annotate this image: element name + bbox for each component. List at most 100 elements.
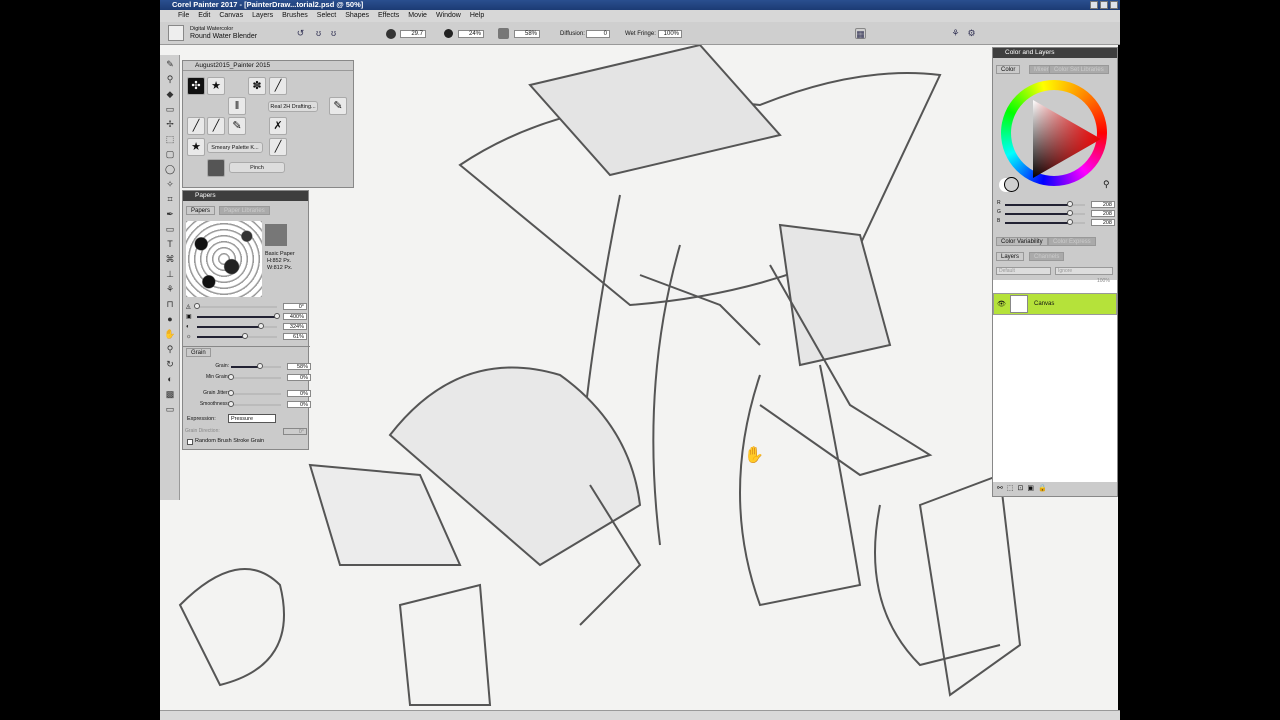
brush-button[interactable]: ★ [187, 138, 205, 156]
straight-line-icon[interactable]: ʊ [328, 28, 339, 39]
brush-variant[interactable]: Round Water Blender [190, 33, 257, 40]
brush-button[interactable]: ✎ [228, 117, 246, 135]
color-swatch-icon[interactable]: ◐ [164, 373, 176, 385]
brush-pinch[interactable]: Pinch [229, 162, 285, 173]
reset-tool-icon[interactable]: ↺ [295, 28, 306, 39]
grabber-icon[interactable]: ✋ [164, 328, 176, 340]
divine-proportion-icon[interactable]: ⌘ [164, 253, 176, 265]
grain-1-slider[interactable] [228, 374, 281, 380]
close-button[interactable] [1110, 1, 1118, 9]
menu-effects[interactable]: Effects [378, 10, 399, 22]
color-r-value[interactable]: 208 [1091, 201, 1115, 208]
color-b-slider[interactable] [1005, 219, 1085, 225]
grain-field[interactable]: 58% [514, 30, 540, 38]
brush-real-2h-drafting[interactable]: Real 2H Drafting... [268, 101, 318, 112]
grain-0-slider[interactable] [231, 363, 281, 369]
color-stamp-icon[interactable]: ⚲ [1103, 179, 1110, 190]
grain-direction-value[interactable]: 0° [283, 428, 307, 435]
brush-button[interactable]: ★ [207, 77, 225, 95]
freehand-stroke-icon[interactable]: ʊ [313, 28, 324, 39]
cloner-icon[interactable]: ⚘ [164, 283, 176, 295]
brush-button[interactable]: ✎ [329, 97, 347, 115]
dodge-icon[interactable]: ● [164, 313, 176, 325]
brush-button[interactable]: ╱ [207, 117, 225, 135]
tab-color-set-libraries[interactable]: Color Set Libraries [1049, 65, 1109, 74]
menu-brushes[interactable]: Brushes [282, 10, 308, 22]
tab-papers[interactable]: Papers [186, 206, 216, 215]
menu-layers[interactable]: Layers [252, 10, 273, 22]
color-g-value[interactable]: 208 [1091, 210, 1115, 217]
menu-edit[interactable]: Edit [198, 10, 210, 22]
size-field[interactable]: 29.7 [400, 30, 426, 38]
brush-category[interactable]: Digital Watercolor [190, 26, 233, 32]
horizontal-scrollbar[interactable] [160, 710, 1120, 720]
expression-select[interactable]: Pressure [228, 414, 276, 423]
paper-1-value[interactable]: 400% [283, 313, 307, 320]
visibility-eye-icon[interactable]: 👁 [997, 300, 1006, 308]
magic-wand-icon[interactable]: ✧ [164, 178, 176, 190]
grain-2-slider[interactable] [228, 390, 281, 396]
paper-1-slider[interactable] [197, 313, 280, 319]
layer-adjuster-icon[interactable]: ✢ [164, 118, 176, 130]
diffusion-field[interactable]: 0 [586, 30, 610, 38]
tab-paper-libraries[interactable]: Paper Libraries [219, 206, 270, 215]
composite-method-select[interactable]: Default [996, 267, 1051, 275]
rubber-stamp-icon[interactable]: ⊓ [164, 298, 176, 310]
transform-icon[interactable]: ⬚ [164, 133, 176, 145]
lasso-icon[interactable]: ◯ [164, 163, 176, 175]
paper-2-value[interactable]: 324% [283, 323, 307, 330]
layer-actions-bar[interactable]: ⚯⬚⊡▣🔒 [993, 482, 1117, 496]
tab-color-variability[interactable]: Color Variability [996, 237, 1048, 246]
color-b-value[interactable]: 208 [1091, 219, 1115, 226]
layer-canvas[interactable]: 👁 Canvas [993, 293, 1117, 315]
brush-button[interactable]: ✣ [187, 77, 205, 95]
grain-1-value[interactable]: 0% [287, 374, 311, 381]
main-color-swatch[interactable] [1004, 177, 1019, 192]
menu-canvas[interactable]: Canvas [219, 10, 243, 22]
menu-window[interactable]: Window [436, 10, 461, 22]
paper-2-slider[interactable] [197, 323, 277, 329]
menu-file[interactable]: File [178, 10, 189, 22]
layer-opacity[interactable]: 100% [1097, 278, 1110, 284]
menu-movie[interactable]: Movie [408, 10, 427, 22]
brush-button[interactable]: ‖ [228, 97, 246, 115]
eraser-icon[interactable]: ▭ [164, 103, 176, 115]
opacity-field[interactable]: 24% [458, 30, 484, 38]
paper-0-value[interactable]: 0° [283, 303, 307, 310]
crop-icon[interactable]: ⌗ [164, 193, 176, 205]
rotate-page-icon[interactable]: ↻ [164, 358, 176, 370]
paper-3-value[interactable]: 61% [283, 333, 307, 340]
wet-fringe-field[interactable]: 100% [658, 30, 682, 38]
brush-selector-icon[interactable] [168, 25, 184, 41]
brush-button[interactable]: ✽ [248, 77, 266, 95]
color-g-slider[interactable] [1005, 210, 1085, 216]
menu-select[interactable]: Select [317, 10, 336, 22]
brush-button[interactable]: ✗ [269, 117, 287, 135]
paper-3-slider[interactable] [197, 333, 277, 339]
dropper-tool-icon[interactable]: ⚲ [164, 73, 176, 85]
color-r-slider[interactable] [1005, 201, 1085, 207]
grain-0-value[interactable]: 58% [287, 363, 311, 370]
pen-icon[interactable]: ✒ [164, 208, 176, 220]
paper-swatch[interactable] [265, 224, 287, 246]
paper-swatch-icon[interactable]: ▩ [164, 388, 176, 400]
menu-shapes[interactable]: Shapes [345, 10, 369, 22]
brush-button[interactable]: ╱ [269, 138, 287, 156]
grain-3-value[interactable]: 0% [287, 401, 311, 408]
brush-tool-icon[interactable]: ✎ [164, 58, 176, 70]
minimize-button[interactable] [1090, 1, 1098, 9]
layer-ignore-select[interactable]: Ignore [1055, 267, 1113, 275]
brush-swatch-icon[interactable]: ▭ [164, 403, 176, 415]
grain-3-slider[interactable] [228, 401, 281, 407]
tab-color-express[interactable]: Color Express [1048, 237, 1096, 246]
shape-icon[interactable]: ▭ [164, 223, 176, 235]
paper-0-slider[interactable] [194, 303, 277, 309]
brush-tools-icon[interactable]: ⚘ [950, 28, 961, 39]
mirror-icon[interactable]: ⊥ [164, 268, 176, 280]
settings-icon[interactable]: ⚙ [966, 28, 977, 39]
rect-select-icon[interactable]: ▢ [164, 148, 176, 160]
brush-button[interactable] [207, 159, 225, 177]
brush-smeary-palette[interactable]: Smeary Palette K... [207, 142, 263, 153]
tab-color[interactable]: Color [996, 65, 1021, 74]
magnifier-icon[interactable]: ⚲ [164, 343, 176, 355]
